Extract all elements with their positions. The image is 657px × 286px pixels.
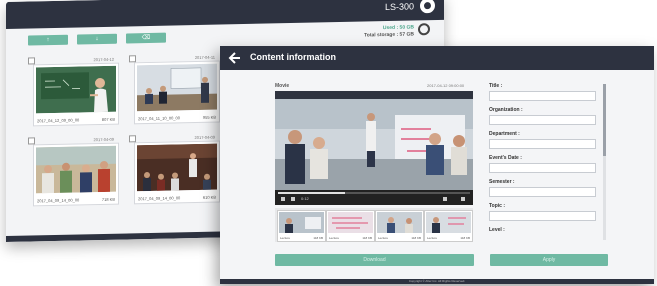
- video-date: 2017-04-12 09:00:00: [427, 83, 465, 88]
- toolbar-button-2[interactable]: ↓: [77, 33, 117, 45]
- seek-progress: [278, 192, 346, 194]
- front-header: Content information: [220, 46, 654, 70]
- recording-card[interactable]: 2017-04-09 2017_04_09_14_00_00 610 KB: [129, 135, 220, 205]
- field-label-organization: Organization :: [489, 107, 523, 113]
- seek-bar[interactable]: [278, 192, 470, 194]
- clip-size: 118 KB: [313, 236, 323, 240]
- recording-date: 2017-04-09: [93, 136, 114, 143]
- toolbar-button-3[interactable]: ⌫: [126, 32, 166, 44]
- page-title: Content information: [250, 52, 336, 62]
- recording-thumbnail: [36, 145, 116, 194]
- recording-checkbox[interactable]: [129, 135, 136, 143]
- field-label-level: Level :: [489, 227, 505, 233]
- video-player[interactable]: 0:12: [275, 91, 473, 205]
- storage-total: Total storage : 57 GB: [364, 31, 414, 39]
- recording-card[interactable]: 2017-04-12 2017_04_12_09_00_00 807 KB: [28, 57, 119, 127]
- front-footer: Copyright © AVer Inc. All Rights Reserve…: [220, 279, 654, 284]
- clip-size: 118 KB: [460, 236, 470, 240]
- title-input[interactable]: [489, 91, 596, 101]
- download-button[interactable]: Download: [275, 254, 474, 266]
- download-label: Download: [363, 257, 386, 263]
- clip-thumbnail: [377, 212, 422, 233]
- recording-checkbox[interactable]: [129, 55, 136, 63]
- form-scrollbar[interactable]: [603, 84, 606, 240]
- volume-icon[interactable]: [443, 197, 447, 201]
- front-copyright: Copyright © AVer Inc. All Rights Reserve…: [408, 279, 466, 283]
- field-label-event-date: Event's Date :: [489, 155, 522, 161]
- topic-input[interactable]: [489, 211, 596, 221]
- recording-size: 718 KB: [101, 196, 115, 202]
- field-label-department: Department :: [489, 131, 520, 137]
- clip-card[interactable]: Lecture 118 KB: [375, 210, 424, 242]
- clip-thumbnail: [426, 212, 471, 233]
- video-controls: 0:12: [275, 190, 473, 205]
- recording-thumbnail: [36, 65, 116, 114]
- clip-name: Lecture: [427, 236, 438, 240]
- field-label-topic: Topic :: [489, 203, 506, 209]
- clip-name: Lecture: [329, 236, 340, 240]
- clip-card[interactable]: Lecture 118 KB: [424, 210, 473, 242]
- recording-size: 955 KB: [202, 114, 216, 120]
- clip-thumbnail: [279, 212, 324, 233]
- field-label-semester: Semester :: [489, 179, 515, 185]
- fullscreen-icon[interactable]: [461, 197, 465, 201]
- content-info-window: Content information Movie 2017-04-12 09:…: [220, 46, 654, 284]
- apply-label: Apply: [542, 257, 556, 263]
- recording-size: 610 KB: [202, 194, 216, 200]
- upload-icon: ↑: [46, 37, 50, 44]
- trash-icon: ⌫: [141, 34, 151, 42]
- video-time: 0:12: [301, 196, 309, 201]
- video-label: Movie: [275, 83, 290, 89]
- clip-card[interactable]: Lecture 118 KB: [326, 210, 375, 242]
- play-icon[interactable]: [281, 197, 285, 201]
- recording-date: 2017-04-09: [194, 134, 215, 141]
- recording-date: 2017-04-11: [194, 54, 215, 61]
- download-icon: ↓: [95, 36, 99, 43]
- recording-thumbnail: [137, 143, 217, 192]
- clip-name: Lecture: [280, 236, 291, 240]
- clip-thumbnail: [328, 212, 373, 233]
- recording-card[interactable]: 2017-04-11 2017_04_11_10_00_00 955 KB: [129, 55, 220, 125]
- recording-name: 2017_04_12_09_00_00: [37, 117, 80, 124]
- field-label-title: Title :: [489, 83, 503, 89]
- recording-checkbox[interactable]: [28, 57, 35, 65]
- power-icon[interactable]: [420, 0, 435, 14]
- storage-info: Used : 50 GB Total storage : 57 GB: [364, 24, 414, 39]
- clip-strip: Lecture 118 KB Lecture 118 KB Lecture 11…: [275, 208, 473, 242]
- storage-icon: [418, 23, 430, 36]
- recording-date: 2017-04-12: [93, 56, 114, 63]
- recording-name: 2017_04_11_10_00_00: [138, 115, 180, 122]
- recording-name: 2017_04_09_14_00_00: [37, 197, 80, 204]
- department-input[interactable]: [489, 139, 596, 149]
- back-arrow-icon[interactable]: [228, 51, 242, 65]
- semester-input[interactable]: [489, 187, 596, 197]
- organization-input[interactable]: [489, 115, 596, 125]
- stop-icon[interactable]: [291, 197, 295, 201]
- model-name: LS-300: [384, 1, 414, 13]
- clip-size: 118 KB: [411, 236, 421, 240]
- clip-card[interactable]: Lecture 118 KB: [277, 210, 326, 242]
- recording-card[interactable]: 2017-04-09 2017_04_09_14_00_00 718 KB: [28, 137, 119, 207]
- event-date-input[interactable]: [489, 163, 596, 173]
- scrollbar-thumb[interactable]: [603, 84, 606, 156]
- clip-name: Lecture: [378, 236, 389, 240]
- toolbar-button-1[interactable]: ↑: [28, 34, 68, 46]
- recording-size: 807 KB: [101, 116, 115, 122]
- clip-size: 118 KB: [362, 236, 372, 240]
- recording-checkbox[interactable]: [28, 137, 35, 145]
- recording-name: 2017_04_09_14_00_00: [138, 195, 181, 202]
- apply-button[interactable]: Apply: [490, 254, 608, 266]
- recording-thumbnail: [137, 63, 217, 112]
- video-scene: [275, 99, 473, 190]
